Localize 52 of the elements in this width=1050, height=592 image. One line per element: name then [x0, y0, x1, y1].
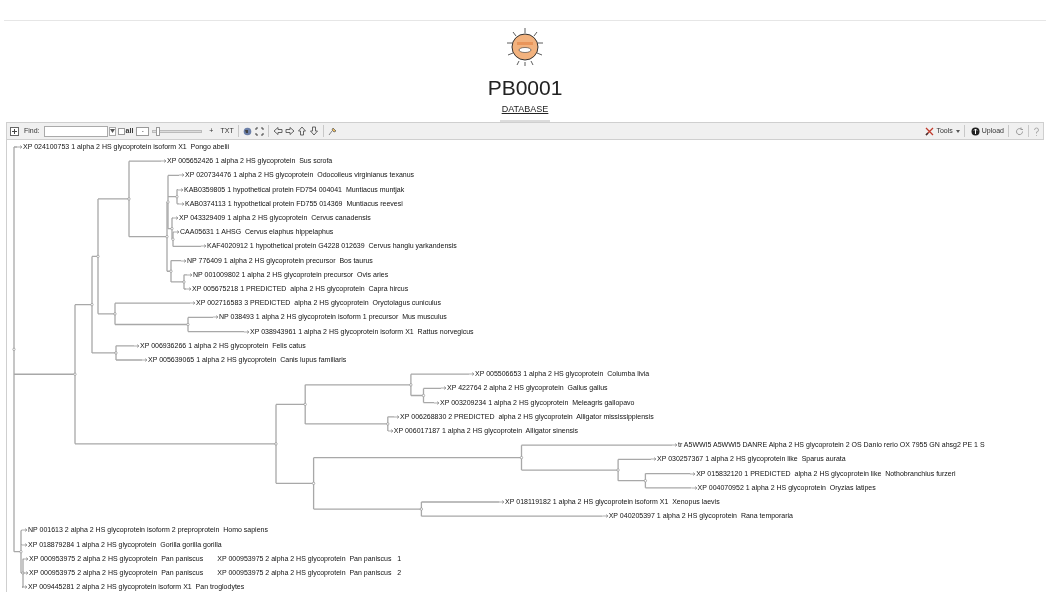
arrow-right-icon[interactable] [284, 126, 295, 136]
dropdown-button[interactable] [108, 126, 116, 136]
brush-icon[interactable] [327, 126, 337, 136]
caret-icon [955, 129, 960, 133]
leaf-arrow-icon [499, 500, 506, 504]
leaf-arrow-icon [173, 216, 179, 220]
leaf-arrow-icon [186, 287, 192, 291]
leaf-arrow-icon [672, 443, 678, 448]
leaf-arrow-icon [17, 145, 23, 149]
page-title: PB0001 [487, 76, 563, 100]
leaf-arrow-icon [394, 414, 401, 419]
leaf-arrow-icon [434, 400, 440, 405]
caret-icon [109, 129, 115, 133]
leaf-arrow-icon [691, 485, 698, 490]
leaf-arrow-icon [134, 343, 140, 348]
arrow-left-icon[interactable] [272, 126, 283, 136]
fullscreen-icon[interactable] [254, 126, 264, 136]
tools-icon [925, 126, 935, 136]
zoom-slider[interactable] [152, 129, 203, 133]
leaf-arrow-icon [187, 272, 193, 277]
expand-icon[interactable] [10, 126, 19, 136]
leaf-arrow-icon [22, 542, 28, 547]
arrow-down-icon[interactable] [308, 126, 319, 136]
leaf-arrow-icon [181, 258, 187, 263]
leaf-arrow-icon [651, 457, 657, 462]
find-field[interactable] [43, 125, 108, 137]
leaf-arrow-icon [201, 244, 207, 249]
database-link[interactable]: DATABASE [501, 103, 549, 117]
leaf-arrow-icon [441, 386, 447, 391]
leaf-arrow-icon [179, 173, 185, 178]
leaf-arrow-icon [174, 230, 180, 235]
leaf-arrow-icon [22, 528, 28, 533]
leaf-arrow-icon [387, 429, 394, 433]
leaf-arrow-icon [142, 358, 148, 362]
arrow-up-icon[interactable] [296, 126, 307, 136]
leaf-arrow-icon [22, 585, 28, 590]
logo-icon [505, 27, 545, 67]
upload-icon [970, 126, 980, 136]
leaf-arrow-icon [161, 159, 167, 164]
leaf-arrow-icon [602, 514, 609, 519]
all-checkbox[interactable] [117, 127, 125, 135]
leaf-arrow-icon [179, 201, 185, 206]
leaf-arrow-icon [23, 556, 29, 561]
refresh-icon[interactable] [1015, 126, 1024, 136]
leaf-arrow-icon [23, 571, 29, 575]
leaf-arrow-icon [690, 471, 697, 476]
leaf-arrow-icon [244, 329, 250, 334]
leaf-arrow-icon [213, 315, 219, 320]
slider-thumb[interactable] [156, 126, 161, 136]
leaf-arrow-icon [469, 372, 475, 377]
leaf-arrow-icon [178, 187, 184, 192]
leaf-arrow-icon [190, 301, 196, 306]
